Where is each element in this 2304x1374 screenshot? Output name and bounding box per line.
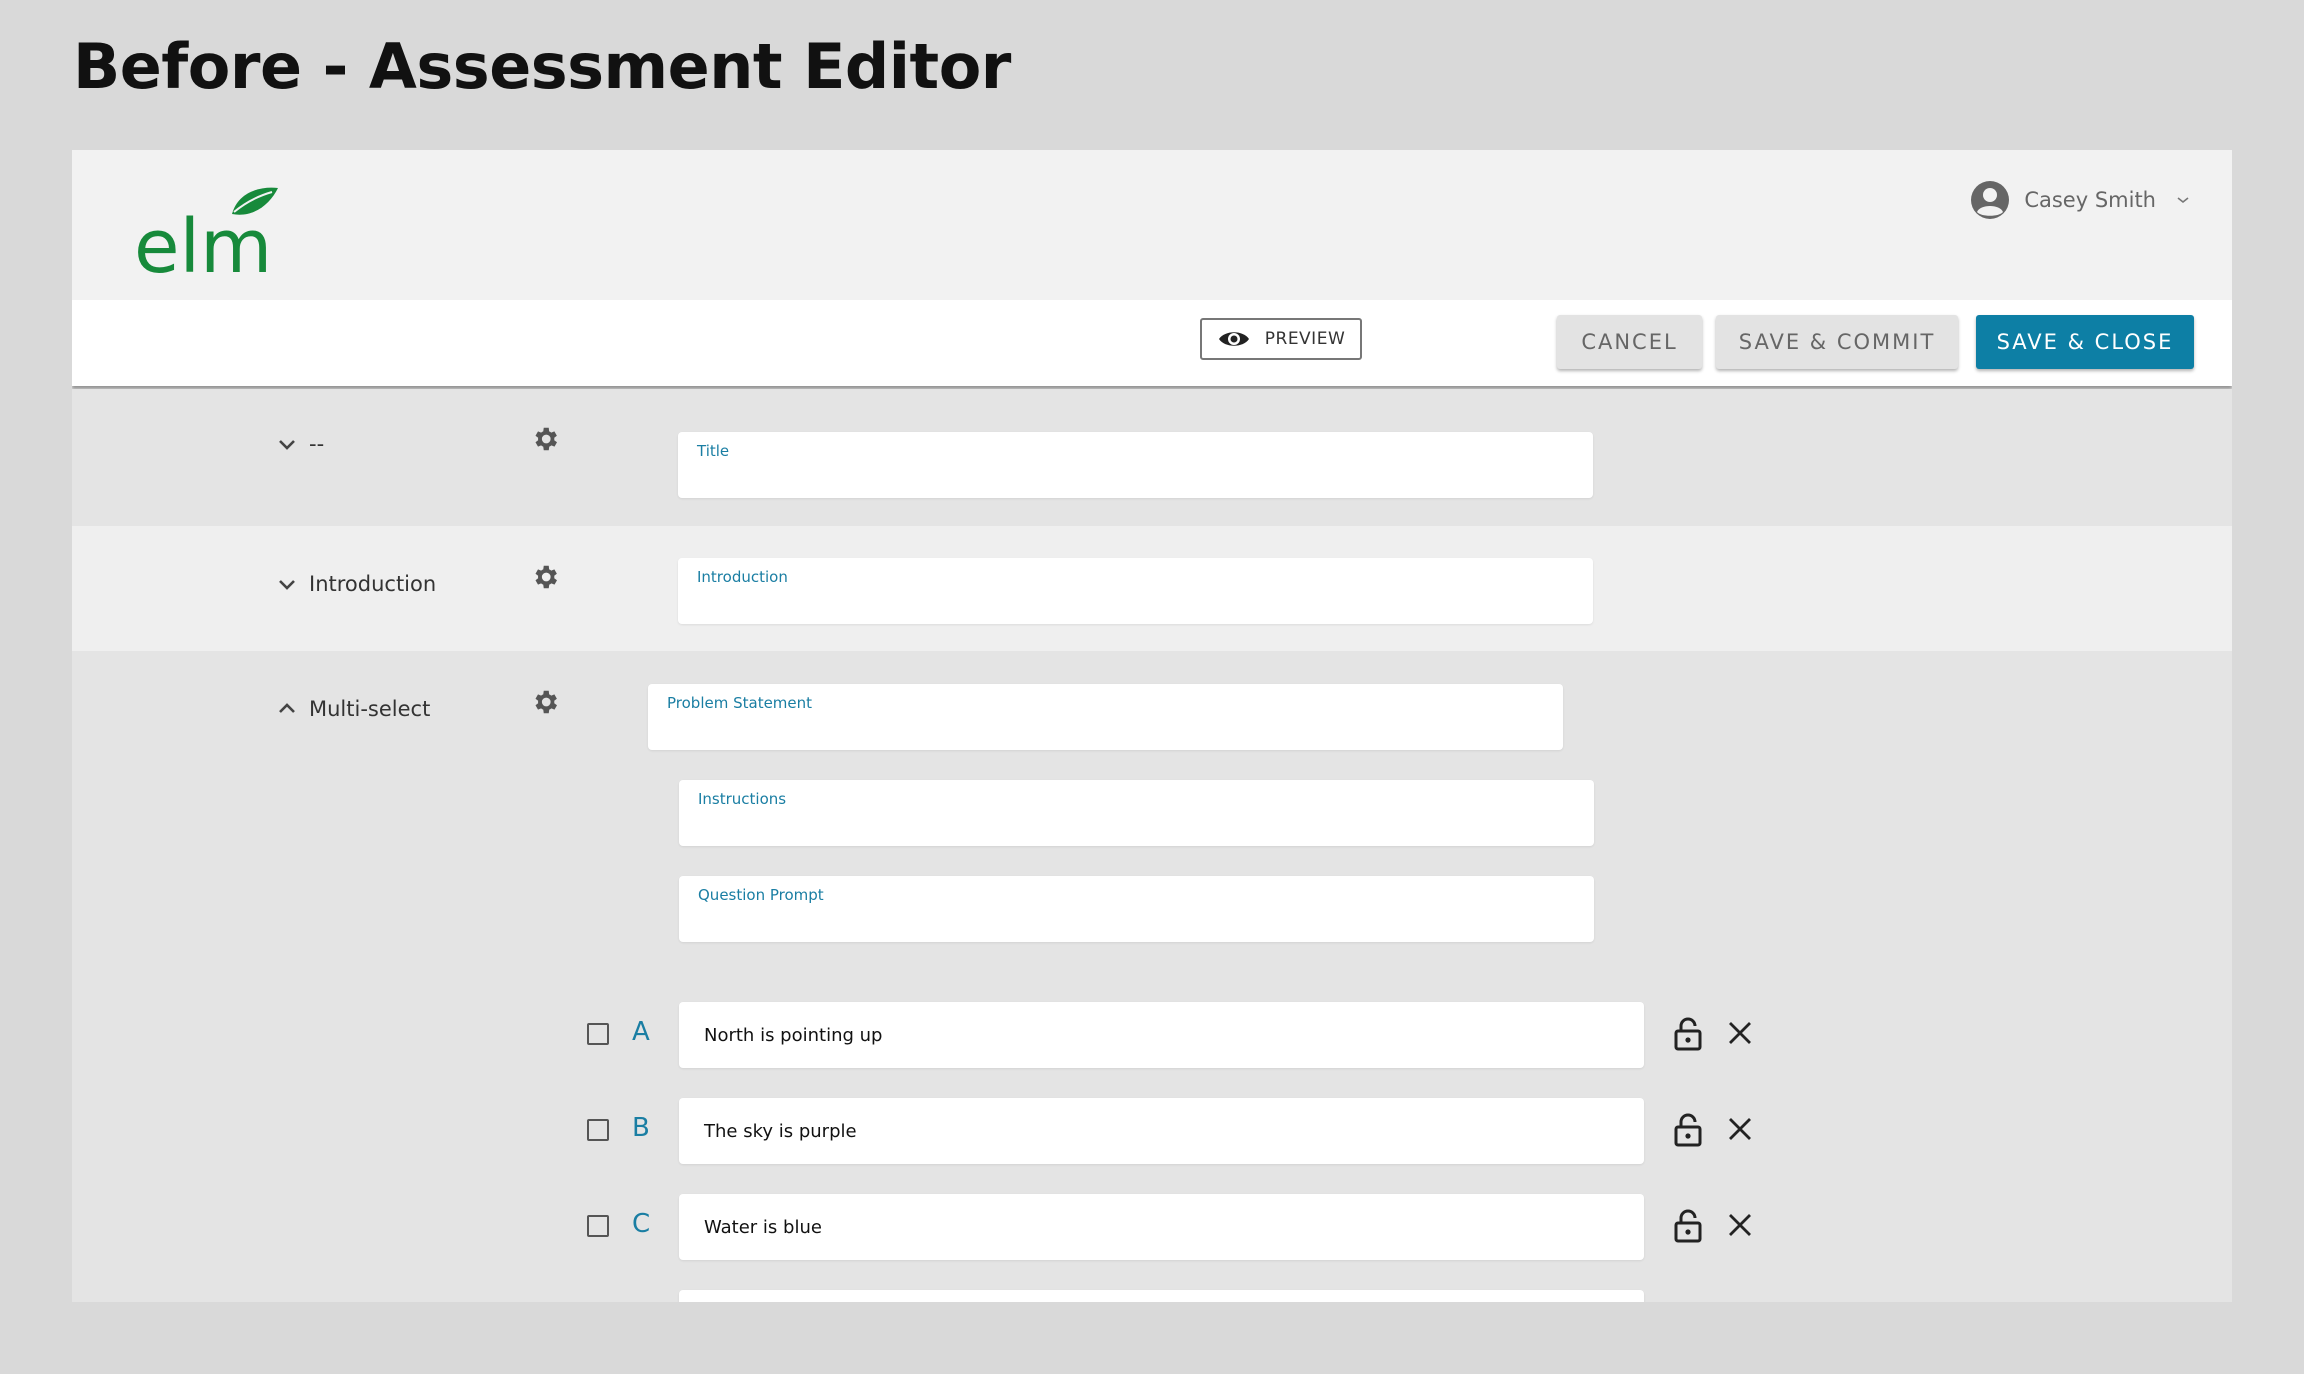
outline-label: Introduction [309,572,437,596]
section-multi-select: Multi-select Problem Statement Instructi… [72,651,2232,1302]
choice-a-field[interactable]: North is pointing up [679,1002,1644,1068]
question-prompt-label: Question Prompt [698,886,824,904]
gear-icon[interactable] [530,687,560,717]
app-window: elm Casey Smith PREVIEW CANCEL SAVE & CO… [72,150,2232,1302]
choice-c-text[interactable]: Water is blue [704,1194,1624,1260]
save-close-button[interactable]: SAVE & CLOSE [1976,315,2194,369]
chevron-down-icon [279,440,295,450]
unlock-icon[interactable] [1673,1113,1703,1147]
close-icon[interactable] [1727,1020,1753,1046]
preview-button[interactable]: PREVIEW [1200,318,1362,360]
question-prompt-input[interactable] [697,906,1576,934]
title-field[interactable]: Title [678,432,1593,498]
choice-b-checkbox[interactable] [587,1119,609,1141]
introduction-input[interactable] [696,588,1575,616]
user-avatar-icon [1971,181,2010,219]
choice-b-field[interactable]: The sky is purple [679,1098,1644,1164]
problem-statement-label: Problem Statement [667,694,813,712]
chevron-down-icon [279,580,295,590]
unlock-icon[interactable] [1673,1017,1703,1051]
chevron-down-icon [2177,197,2189,204]
choice-a-letter: A [632,1017,650,1047]
unlock-icon[interactable] [1673,1209,1703,1243]
choice-a-text[interactable]: North is pointing up [704,1002,1624,1068]
svg-text:elm: elm [134,204,272,280]
introduction-field[interactable]: Introduction [678,558,1593,624]
section-introduction: Introduction Introduction [72,526,2232,651]
close-icon[interactable] [1727,1212,1753,1238]
introduction-field-label: Introduction [697,568,788,586]
eye-icon [1218,332,1249,346]
preview-label: PREVIEW [1264,329,1346,349]
choice-c-checkbox[interactable] [587,1215,609,1237]
outline-item-multi-select[interactable]: Multi-select [277,697,430,721]
page-title: Before - Assessment Editor [73,30,1011,103]
app-header: elm Casey Smith [72,150,2232,300]
choice-c-letter: C [632,1209,651,1239]
cancel-button[interactable]: CANCEL [1557,315,1702,369]
user-menu[interactable]: Casey Smith [1970,180,2190,220]
gear-icon[interactable] [530,424,560,454]
choice-b-letter: B [632,1113,650,1143]
instructions-field[interactable]: Instructions [679,780,1594,846]
title-input[interactable] [696,462,1575,490]
section-title: -- Title [72,389,2232,526]
outline-label: Multi-select [309,697,431,721]
chevron-up-icon [279,703,295,713]
question-prompt-field[interactable]: Question Prompt [679,876,1594,942]
save-commit-button[interactable]: SAVE & COMMIT [1716,315,1958,369]
user-name: Casey Smith [2024,188,2156,212]
outline-label: -- [309,432,325,456]
problem-statement-input[interactable] [666,714,1545,742]
outline-item-title[interactable]: -- [277,432,324,456]
instructions-label: Instructions [698,790,787,808]
choice-d-field[interactable] [679,1290,1644,1302]
title-field-label: Title [697,442,730,460]
close-icon[interactable] [1727,1116,1753,1142]
outline-item-introduction[interactable]: Introduction [277,572,436,596]
instructions-input[interactable] [697,810,1576,838]
problem-statement-field[interactable]: Problem Statement [648,684,1563,750]
elm-logo: elm [134,187,278,280]
choice-b-text[interactable]: The sky is purple [704,1098,1624,1164]
choice-c-field[interactable]: Water is blue [679,1194,1644,1260]
gear-icon[interactable] [530,562,560,592]
choice-a-checkbox[interactable] [587,1023,609,1045]
